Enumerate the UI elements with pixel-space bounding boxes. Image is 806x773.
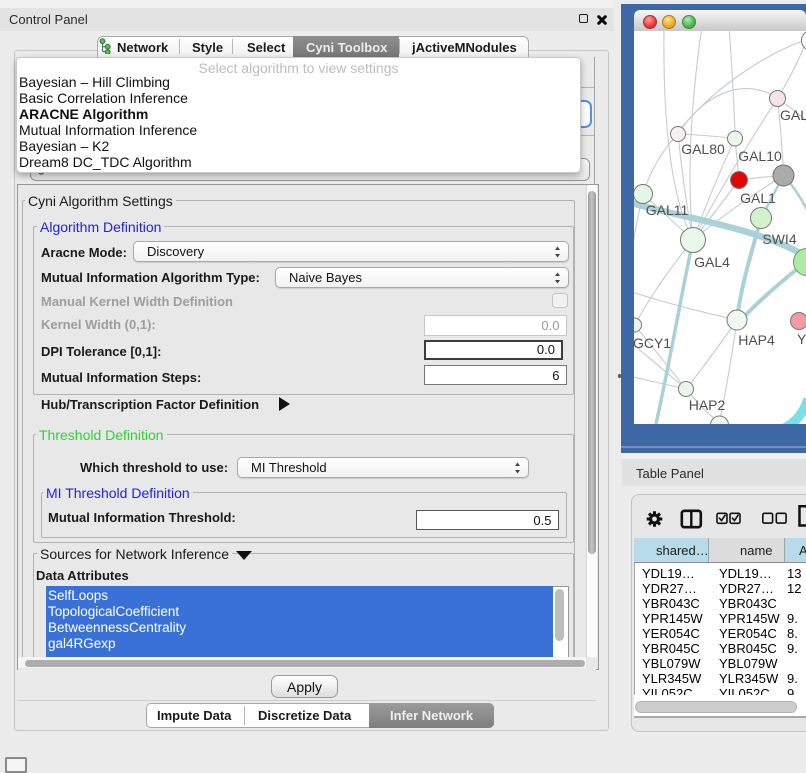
- svg-text:GAL4: GAL4: [694, 254, 730, 270]
- svg-text:GAL10: GAL10: [738, 148, 782, 164]
- svg-text:GAL80: GAL80: [681, 141, 725, 157]
- svg-text:SWI4: SWI4: [762, 231, 796, 247]
- svg-text:HAP4: HAP4: [738, 332, 775, 348]
- svg-text:GAL1: GAL1: [740, 190, 776, 206]
- svg-text:GAL11: GAL11: [646, 202, 689, 218]
- svg-text:GAL2: GAL2: [780, 107, 806, 123]
- svg-text:HAP2: HAP2: [689, 397, 726, 413]
- svg-text:YM: YM: [797, 331, 806, 347]
- svg-text:GCY1: GCY1: [634, 335, 671, 351]
